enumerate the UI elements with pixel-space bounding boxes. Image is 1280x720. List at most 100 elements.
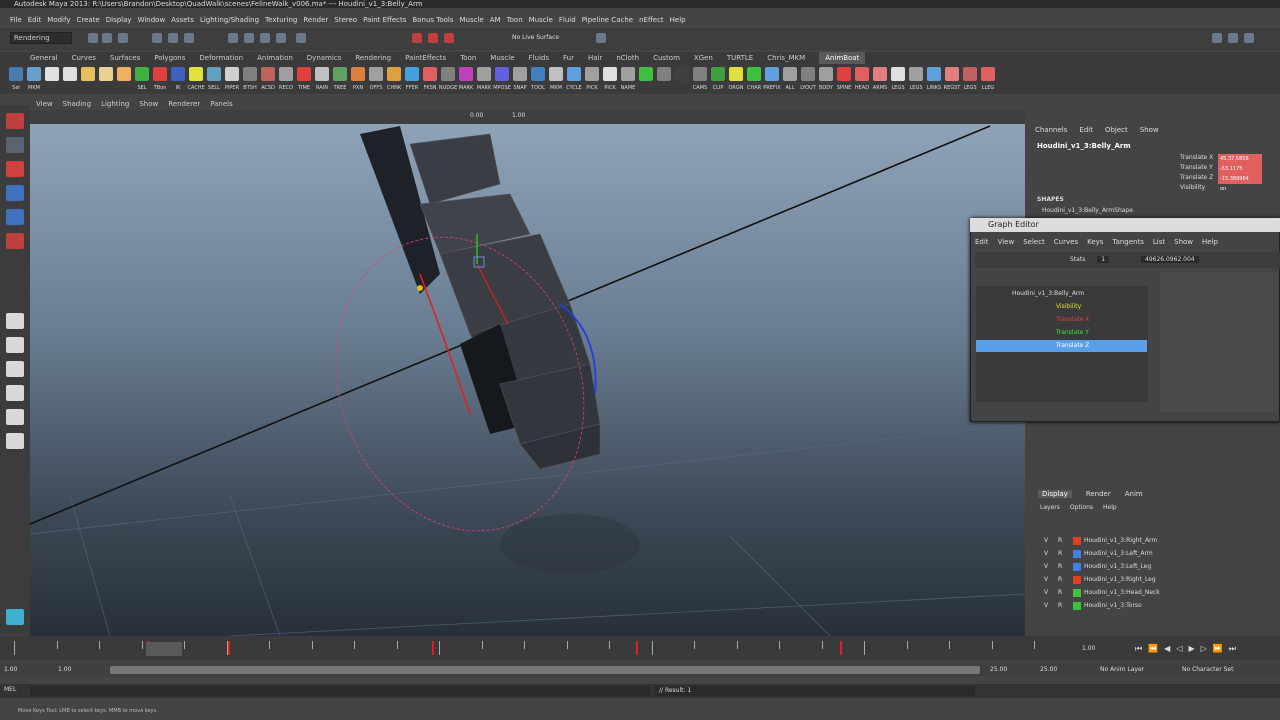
- show-tool-settings-icon[interactable]: [1228, 33, 1238, 43]
- shelf-button-15[interactable]: RECO: [278, 67, 294, 91]
- shelf-button-44[interactable]: LYOUT: [800, 67, 816, 91]
- graph-editor-title[interactable]: Graph Editor: [970, 218, 1280, 232]
- shelf-button-9[interactable]: IK: [170, 67, 186, 91]
- render-frame-icon[interactable]: [412, 33, 422, 43]
- persp-outliner-layout-icon[interactable]: [6, 361, 24, 377]
- menu-set-dropdown[interactable]: Rendering: [10, 32, 72, 44]
- shelf-tab-animboat[interactable]: AnimBoat: [819, 52, 866, 64]
- channel-attribute-row[interactable]: Translate Z -15.389964: [1180, 174, 1280, 184]
- layer-visibility-toggle[interactable]: V: [1044, 548, 1048, 560]
- layer-visibility-toggle[interactable]: V: [1044, 535, 1048, 547]
- range-start-field[interactable]: 1.00: [58, 666, 71, 673]
- layer-render-toggle[interactable]: R: [1058, 548, 1062, 560]
- menu-assets-6[interactable]: Assets: [171, 14, 194, 27]
- shelf-button-34[interactable]: NAME: [620, 67, 636, 91]
- graph-menu-help[interactable]: Help: [1202, 238, 1218, 246]
- channel-attribute-value[interactable]: on: [1218, 184, 1262, 194]
- display-layer-row[interactable]: V R Houdini_v1_3:Left_Leg: [1040, 561, 1252, 573]
- layer-visibility-toggle[interactable]: V: [1044, 600, 1048, 612]
- play-forward-icon[interactable]: ▶: [1188, 644, 1194, 656]
- scale-tool-icon[interactable]: [6, 233, 24, 249]
- layer-color-swatch[interactable]: [1073, 602, 1081, 610]
- layer-tab-display[interactable]: Display: [1038, 490, 1072, 498]
- current-time-indicator[interactable]: [146, 642, 182, 656]
- snap-curve-icon[interactable]: [244, 33, 254, 43]
- shelf-button-45[interactable]: BODY: [818, 67, 834, 91]
- shelf-button-2[interactable]: [44, 67, 60, 91]
- panel-menu-panels[interactable]: Panels: [210, 98, 233, 110]
- go-to-start-icon[interactable]: ⏮: [1135, 644, 1142, 656]
- graph-outliner-item[interactable]: Translate X: [976, 314, 1147, 326]
- shelf-tab-animation[interactable]: Animation: [257, 52, 293, 64]
- select-hierarchy-icon[interactable]: [152, 33, 162, 43]
- shelf-button-21[interactable]: CHNK: [386, 67, 402, 91]
- layer-visibility-toggle[interactable]: V: [1044, 574, 1048, 586]
- shelf-button-11[interactable]: SELL: [206, 67, 222, 91]
- range-end-field[interactable]: 25.00: [990, 666, 1007, 673]
- shelf-button-48[interactable]: ARMS: [872, 67, 888, 91]
- graph-outliner-item[interactable]: Translate Y: [976, 327, 1147, 339]
- show-channel-box-icon[interactable]: [1244, 33, 1254, 43]
- channel-attribute-row[interactable]: Translate X 45.37,5856: [1180, 154, 1280, 164]
- lasso-tool-icon[interactable]: [6, 137, 24, 153]
- shelf-button-36[interactable]: [656, 67, 672, 91]
- shelf-button-41[interactable]: CHAR: [746, 67, 762, 91]
- menu-neffect-19[interactable]: nEffect: [639, 14, 664, 27]
- paint-select-tool-icon[interactable]: [6, 161, 24, 177]
- persp-graph-layout-icon[interactable]: [6, 385, 24, 401]
- step-forward-icon[interactable]: ⏩: [1213, 644, 1223, 656]
- play-back-icon[interactable]: ◁: [1176, 644, 1182, 656]
- shelf-button-22[interactable]: FFER: [404, 67, 420, 91]
- menu-edit-1[interactable]: Edit: [28, 14, 42, 27]
- perspective-viewport[interactable]: [30, 124, 1025, 636]
- layer-color-swatch[interactable]: [1073, 589, 1081, 597]
- shelf-button-33[interactable]: PICK: [602, 67, 618, 91]
- channel-menu-show[interactable]: Show: [1140, 126, 1159, 134]
- snap-plane-icon[interactable]: [276, 33, 286, 43]
- keyframe-marker[interactable]: [228, 641, 231, 655]
- panel-menu-lighting[interactable]: Lighting: [101, 98, 129, 110]
- shelf-button-18[interactable]: TREE: [332, 67, 348, 91]
- shelf-tab-polygons[interactable]: Polygons: [154, 52, 185, 64]
- shelf-tab-ncloth[interactable]: nCloth: [616, 52, 639, 64]
- shelf-tab-fluids[interactable]: Fluids: [529, 52, 549, 64]
- shelf-button-43[interactable]: ALL: [782, 67, 798, 91]
- display-layer-row[interactable]: V R Houdini_v1_3:Torso: [1040, 600, 1252, 612]
- menu-muscle-13[interactable]: Muscle: [460, 14, 484, 27]
- shelf-tab-general[interactable]: General: [30, 52, 58, 64]
- shelf-button-23[interactable]: FKSN: [422, 67, 438, 91]
- menu-paint-effects-11[interactable]: Paint Effects: [363, 14, 406, 27]
- display-layer-row[interactable]: V R Houdini_v1_3:Right_Arm: [1040, 535, 1252, 547]
- layer-menu-layers[interactable]: Layers: [1040, 504, 1060, 511]
- shelf-button-31[interactable]: CYCLE: [566, 67, 582, 91]
- layer-color-swatch[interactable]: [1073, 537, 1081, 545]
- far-clip-field[interactable]: 1.00: [512, 112, 525, 119]
- shelf-button-37[interactable]: [674, 67, 690, 91]
- keyframe-marker[interactable]: [432, 641, 435, 655]
- channel-attribute-value[interactable]: 45.37,5856: [1218, 154, 1262, 164]
- end-time-field[interactable]: 25.00: [1040, 666, 1057, 673]
- current-time-field[interactable]: 1.00: [1082, 645, 1095, 652]
- graph-menu-tangents[interactable]: Tangents: [1112, 238, 1143, 246]
- input-line-icon[interactable]: [596, 33, 606, 43]
- menu-texturing-8[interactable]: Texturing: [265, 14, 297, 27]
- shelf-button-28[interactable]: SNAP: [512, 67, 528, 91]
- select-object-icon[interactable]: [168, 33, 178, 43]
- shelf-button-17[interactable]: RAIN: [314, 67, 330, 91]
- shelf-button-39[interactable]: CLIP: [710, 67, 726, 91]
- render-settings-icon[interactable]: [444, 33, 454, 43]
- graph-outliner-item[interactable]: Visibility: [976, 301, 1147, 313]
- shelf-button-4[interactable]: [80, 67, 96, 91]
- menu-window-5[interactable]: Window: [138, 14, 166, 27]
- shelf-tab-turtle[interactable]: TURTLE: [727, 52, 753, 64]
- open-scene-icon[interactable]: [102, 33, 112, 43]
- shelf-button-10[interactable]: CACHE: [187, 67, 205, 91]
- hypershade-layout-icon[interactable]: [6, 409, 24, 425]
- select-component-icon[interactable]: [184, 33, 194, 43]
- panel-menu-show[interactable]: Show: [139, 98, 158, 110]
- channel-attribute-value[interactable]: -53.1175: [1218, 164, 1262, 174]
- graph-menu-curves[interactable]: Curves: [1054, 238, 1078, 246]
- shelf-tab-hair[interactable]: Hair: [588, 52, 602, 64]
- shelf-button-46[interactable]: SPINE: [836, 67, 852, 91]
- shelf-button-5[interactable]: [98, 67, 114, 91]
